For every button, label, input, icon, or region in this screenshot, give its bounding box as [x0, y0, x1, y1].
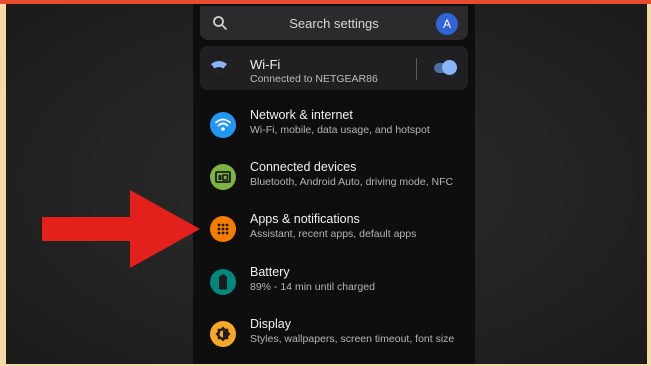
- wifi-icon: [210, 112, 236, 138]
- settings-item-subtitle: Bluetooth, Android Auto, driving mode, N…: [250, 176, 454, 188]
- wifi-status: Connected to NETGEAR86: [250, 73, 378, 85]
- settings-item-connected-devices[interactable]: Connected devices Bluetooth, Android Aut…: [193, 154, 475, 204]
- wifi-title: Wi-Fi: [250, 57, 281, 72]
- settings-item-subtitle: Wi-Fi, mobile, data usage, and hotspot: [250, 124, 430, 136]
- settings-item-subtitle: 89% - 14 min until charged: [250, 281, 375, 293]
- settings-item-battery[interactable]: Battery 89% - 14 min until charged: [193, 259, 475, 309]
- brightness-icon: [210, 321, 236, 347]
- settings-item-title: Network & internet: [250, 108, 353, 122]
- wifi-icon: [211, 61, 227, 74]
- settings-item-subtitle: Styles, wallpapers, screen timeout, font…: [250, 333, 455, 345]
- wifi-quick-card[interactable]: Wi-Fi Connected to NETGEAR86: [200, 46, 468, 90]
- wifi-divider: [416, 58, 417, 80]
- battery-icon: [210, 269, 236, 295]
- settings-screen: Search settings A Wi-Fi Connected to NET…: [193, 4, 475, 364]
- settings-item-title: Apps & notifications: [250, 212, 360, 226]
- settings-item-title: Connected devices: [250, 160, 357, 174]
- video-frame: Search settings A Wi-Fi Connected to NET…: [6, 4, 647, 364]
- account-avatar[interactable]: A: [436, 13, 458, 35]
- settings-item-title: Display: [250, 317, 291, 331]
- settings-item-title: Battery: [250, 265, 290, 279]
- apps-grid-icon: [210, 216, 236, 242]
- devices-icon: [210, 164, 236, 190]
- settings-item-network[interactable]: Network & internet Wi-Fi, mobile, data u…: [193, 102, 475, 152]
- red-arrow-icon: [42, 190, 200, 268]
- search-bar[interactable]: Search settings A: [200, 6, 468, 40]
- search-placeholder: Search settings: [289, 16, 379, 31]
- toggle-knob: [442, 60, 457, 75]
- wifi-toggle[interactable]: [434, 60, 457, 75]
- settings-item-subtitle: Assistant, recent apps, default apps: [250, 228, 417, 240]
- settings-item-display[interactable]: Display Styles, wallpapers, screen timeo…: [193, 311, 475, 361]
- settings-item-apps[interactable]: Apps & notifications Assistant, recent a…: [193, 206, 475, 256]
